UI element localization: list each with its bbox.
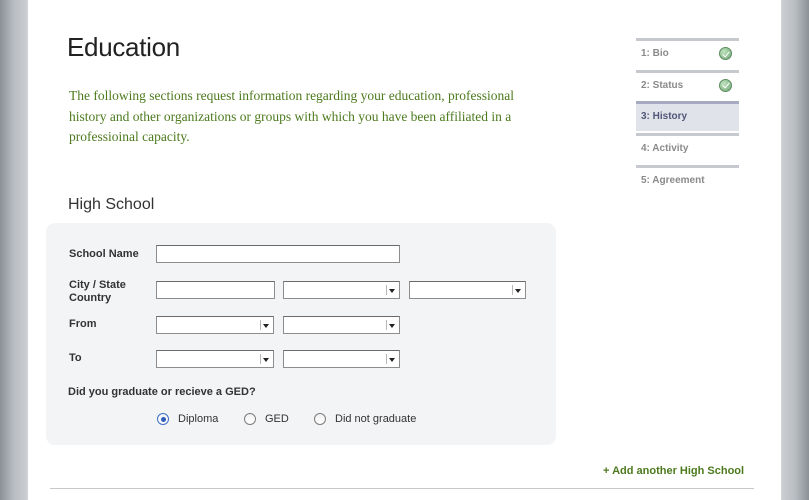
step-bio[interactable]: 1: Bio — [636, 38, 739, 68]
from-label: From — [69, 318, 97, 330]
ged-label[interactable]: GED — [265, 413, 289, 425]
checkmark-icon — [719, 47, 732, 60]
step-status[interactable]: 2: Status — [636, 69, 739, 100]
country-select[interactable] — [409, 281, 526, 299]
chevron-down-icon — [386, 354, 397, 364]
diploma-label[interactable]: Diploma — [178, 413, 218, 425]
chevron-down-icon — [386, 320, 397, 330]
section-divider — [50, 488, 754, 489]
city-input[interactable] — [156, 281, 275, 299]
step-label: 4: Activity — [641, 143, 689, 155]
chevron-down-icon — [512, 285, 523, 295]
diploma-radio[interactable] — [157, 413, 169, 425]
from-month-select[interactable] — [156, 316, 274, 334]
school-name-label: School Name — [69, 248, 139, 260]
city-state-label: City / State — [69, 279, 126, 291]
step-navigation: 1: Bio 2: Status 3: History 4: Activity … — [636, 38, 739, 196]
step-label: 2: Status — [641, 79, 684, 91]
from-year-select[interactable] — [283, 316, 400, 334]
to-label: To — [69, 352, 82, 364]
chevron-down-icon — [260, 320, 271, 330]
step-history[interactable]: 3: History — [636, 101, 739, 132]
step-label: 1: Bio — [641, 48, 669, 59]
step-activity[interactable]: 4: Activity — [636, 133, 739, 163]
step-label: 3: History — [641, 111, 688, 123]
page-content: Education The following sections request… — [28, 0, 781, 500]
to-year-select[interactable] — [283, 350, 400, 368]
step-agreement[interactable]: 5: Agreement — [636, 164, 739, 195]
school-name-input[interactable] — [156, 245, 400, 263]
checkmark-icon — [719, 78, 732, 92]
did-not-graduate-label[interactable]: Did not graduate — [335, 413, 416, 425]
add-another-high-school-link[interactable]: + Add another High School — [603, 465, 744, 477]
to-month-select[interactable] — [156, 350, 274, 368]
country-label: Country — [69, 292, 112, 304]
ged-radio[interactable] — [244, 413, 256, 425]
intro-text: The following sections request informati… — [69, 88, 515, 144]
section-title-high-school: High School — [68, 196, 155, 213]
state-select[interactable] — [283, 281, 400, 299]
page-title: Education — [67, 32, 180, 62]
did-not-graduate-radio[interactable] — [314, 413, 326, 425]
step-label: 5: Agreement — [641, 174, 705, 186]
chevron-down-icon — [260, 354, 271, 364]
graduation-question: Did you graduate or recieve a GED? — [68, 386, 256, 398]
chevron-down-icon — [386, 285, 397, 295]
